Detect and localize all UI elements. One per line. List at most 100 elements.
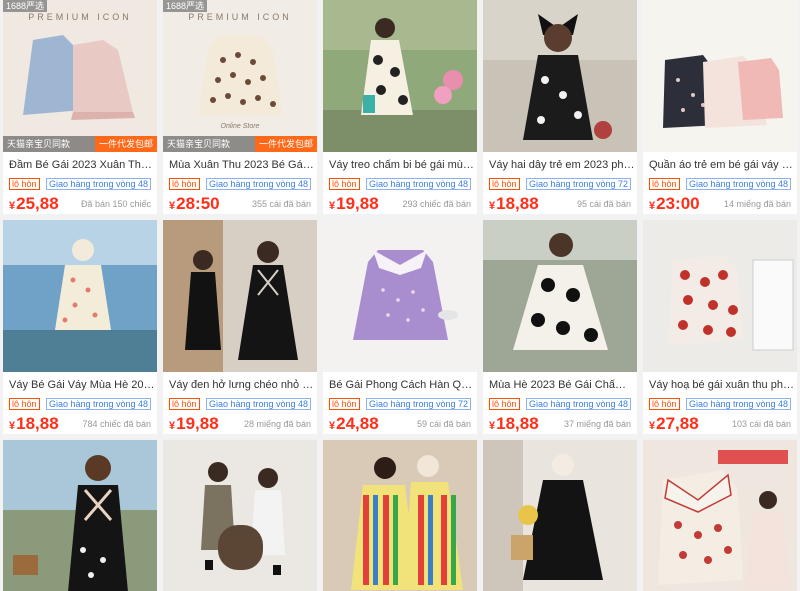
product-title[interactable]: Váy hai dây trẻ em 2023 phon... xyxy=(489,159,635,172)
product-card[interactable]: Váy đen hở lưng chéo nhỏ dành... lô hôn … xyxy=(163,220,317,434)
sold-count: 28 miếng đã bán xyxy=(243,419,311,429)
sold-count: 37 miếng đã bán xyxy=(563,419,631,429)
image-overlay-title: PREMIUM ICON xyxy=(28,12,132,22)
product-image[interactable] xyxy=(323,220,477,372)
product-image[interactable] xyxy=(163,440,317,591)
currency-symbol: ¥ xyxy=(649,200,656,212)
tag-lot: lô hôn xyxy=(169,178,200,190)
product-card[interactable]: Mùa Hè 2023 Bé Gái Chấm Bi ... lô hôn Gi… xyxy=(483,220,637,434)
price-value: 27,88 xyxy=(656,414,699,433)
tag-lot: lô hôn xyxy=(9,398,40,410)
product-title[interactable]: Váy treo chấm bi bé gái mùa h... xyxy=(329,159,475,172)
tag-shipping: Giao hàng trong vòng 48 xyxy=(685,398,792,410)
product-image[interactable] xyxy=(163,220,317,372)
product-title[interactable]: Mùa Xuân Thu 2023 Bé Gái Ph... xyxy=(169,159,315,172)
tag-lot: lô hôn xyxy=(9,178,40,190)
currency-symbol: ¥ xyxy=(169,200,176,212)
sold-count: 355 cái đã bán xyxy=(251,199,311,209)
product-image[interactable] xyxy=(483,0,637,152)
badge-label: 1688严选 xyxy=(3,0,48,12)
currency-symbol: ¥ xyxy=(649,420,656,432)
product-card[interactable]: Bé Gái Phong Cách Hàn Quốc ... lô hôn Gi… xyxy=(323,220,477,434)
svg-text:Online Store: Online Store xyxy=(221,123,260,130)
product-title[interactable]: Váy đen hở lưng chéo nhỏ dành... xyxy=(169,379,315,392)
product-image[interactable] xyxy=(323,440,477,591)
tag-lot: lô hôn xyxy=(329,398,360,410)
product-price: ¥18,88 xyxy=(489,194,539,214)
tag-lot: lô hôn xyxy=(489,178,520,190)
product-image[interactable] xyxy=(3,440,157,591)
product-card[interactable] xyxy=(643,440,797,591)
product-image[interactable] xyxy=(643,440,797,591)
sold-count: 14 miếng đã bán xyxy=(723,199,791,209)
tag-shipping: Giao hàng trong vòng 48 xyxy=(205,178,312,190)
product-card[interactable]: Váy treo chấm bi bé gái mùa h... lô hôn … xyxy=(323,0,477,214)
product-card[interactable] xyxy=(483,440,637,591)
tag-shipping: Giao hàng trong vòng 48 xyxy=(525,398,632,410)
product-price: ¥23:00 xyxy=(649,194,700,214)
sold-count: 784 chiếc đã bán xyxy=(82,419,151,429)
product-title[interactable]: Váy hoạ bé gái xuân thu phong ... xyxy=(649,379,795,392)
product-price: ¥25,88 xyxy=(9,194,59,214)
product-price: ¥24,88 xyxy=(329,414,379,434)
product-image[interactable]: 1688严选 PREMIUM ICON 天猫亲宝贝同款 一件代发包邮 xyxy=(3,0,157,152)
tag-row: lô hôn Giao hàng trong vòng 48 xyxy=(9,398,153,410)
product-card[interactable]: Online Store 1688严选 PREMIUM ICON 天猫亲宝贝同款… xyxy=(163,0,317,214)
product-price: ¥19,88 xyxy=(169,414,219,434)
product-title[interactable]: Bé Gái Phong Cách Hàn Quốc ... xyxy=(329,379,475,392)
price-value: 23:00 xyxy=(656,194,700,213)
strip-right-label: 一件代发包邮 xyxy=(254,136,317,152)
product-card[interactable]: Quần áo trẻ em bé gái váy hoa ... lô hôn… xyxy=(643,0,797,214)
product-image[interactable] xyxy=(483,440,637,591)
product-image[interactable] xyxy=(3,220,157,372)
product-card[interactable]: Váy hai dây trẻ em 2023 phon... lô hôn G… xyxy=(483,0,637,214)
product-title[interactable]: Quần áo trẻ em bé gái váy hoa ... xyxy=(649,159,795,172)
sold-count: 59 cái đã bán xyxy=(416,419,471,429)
product-title[interactable]: Đầm Bé Gái 2023 Xuân Thu Tr... xyxy=(9,159,155,172)
tag-shipping: Giao hàng trong vòng 72 xyxy=(365,398,472,410)
currency-symbol: ¥ xyxy=(169,420,176,432)
product-card[interactable]: Váy hoạ bé gái xuân thu phong ... lô hôn… xyxy=(643,220,797,434)
tag-row: lô hôn Giao hàng trong vòng 48 xyxy=(9,178,153,190)
product-title[interactable]: Mùa Hè 2023 Bé Gái Chấm Bi ... xyxy=(489,379,635,392)
tag-row: lô hôn Giao hàng trong vòng 48 xyxy=(329,178,473,190)
currency-symbol: ¥ xyxy=(329,420,336,432)
image-strip: 天猫亲宝贝同款 一件代发包邮 xyxy=(3,136,157,152)
tag-shipping: Giao hàng trong vòng 48 xyxy=(45,178,152,190)
product-card[interactable] xyxy=(323,440,477,591)
tag-row: lô hôn Giao hàng trong vòng 48 xyxy=(649,398,793,410)
product-image[interactable] xyxy=(643,220,797,372)
strip-left-label: 天猫亲宝贝同款 xyxy=(167,139,231,149)
product-title[interactable]: Váy Bé Gái Váy Mùa Hè 2023 C... xyxy=(9,379,155,392)
tag-row: lô hôn Giao hàng trong vòng 48 xyxy=(649,178,793,190)
tag-lot: lô hôn xyxy=(649,398,680,410)
price-value: 28:50 xyxy=(176,194,220,213)
price-value: 18,88 xyxy=(496,414,539,433)
tag-shipping: Giao hàng trong vòng 48 xyxy=(365,178,472,190)
tag-row: lô hôn Giao hàng trong vòng 48 xyxy=(169,398,313,410)
product-card[interactable] xyxy=(3,440,157,591)
product-card[interactable]: Váy Bé Gái Váy Mùa Hè 2023 C... lô hôn G… xyxy=(3,220,157,434)
product-image[interactable]: Online Store 1688严选 PREMIUM ICON 天猫亲宝贝同款… xyxy=(163,0,317,152)
image-strip: 天猫亲宝贝同款 一件代发包邮 xyxy=(163,136,317,152)
tag-lot: lô hôn xyxy=(329,178,360,190)
product-price: ¥28:50 xyxy=(169,194,220,214)
currency-symbol: ¥ xyxy=(9,200,16,212)
tag-shipping: Giao hàng trong vòng 48 xyxy=(205,398,312,410)
price-value: 18,88 xyxy=(496,194,539,213)
price-value: 24,88 xyxy=(336,414,379,433)
product-card[interactable]: 1688严选 PREMIUM ICON 天猫亲宝贝同款 一件代发包邮 Đầm B… xyxy=(3,0,157,214)
tag-row: lô hôn Giao hàng trong vòng 48 xyxy=(489,398,633,410)
product-image[interactable] xyxy=(483,220,637,372)
price-value: 25,88 xyxy=(16,194,59,213)
price-value: 19,88 xyxy=(336,194,379,213)
currency-symbol: ¥ xyxy=(329,200,336,212)
strip-left-label: 天猫亲宝贝同款 xyxy=(7,139,71,149)
image-overlay-title: PREMIUM ICON xyxy=(188,12,292,22)
tag-lot: lô hôn xyxy=(169,398,200,410)
product-card[interactable] xyxy=(163,440,317,591)
sold-count: 293 chiếc đã bán xyxy=(402,199,471,209)
product-image[interactable] xyxy=(323,0,477,152)
product-image[interactable] xyxy=(643,0,797,152)
tag-row: lô hôn Giao hàng trong vòng 72 xyxy=(489,178,633,190)
